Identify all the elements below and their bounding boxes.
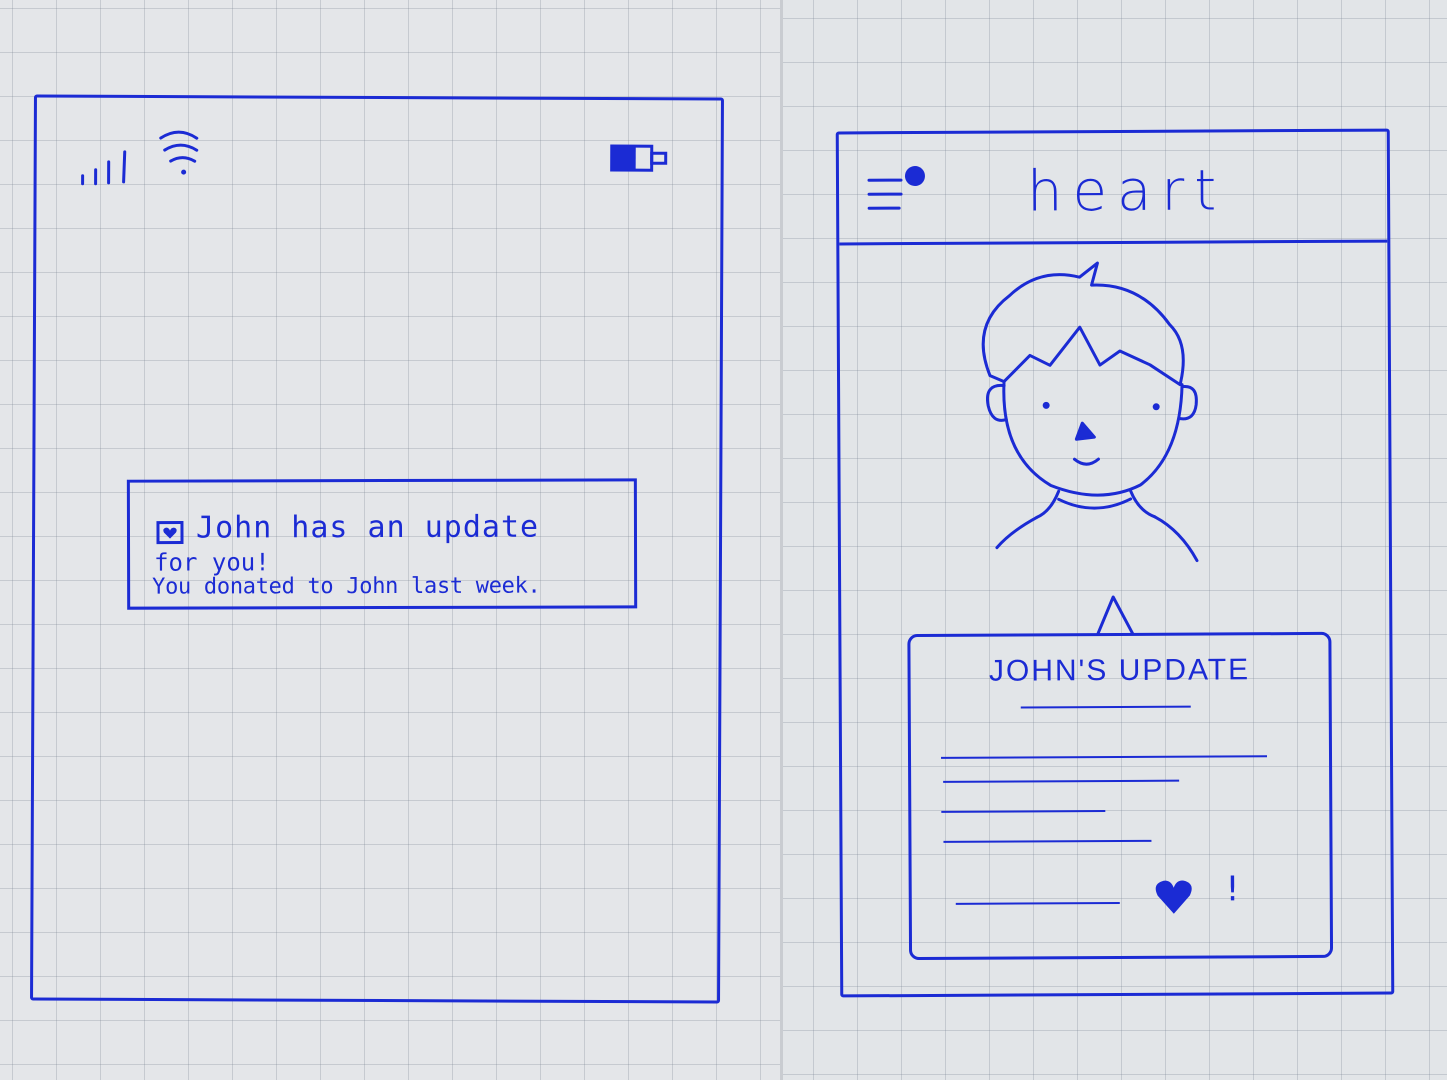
wifi-icon	[159, 130, 199, 175]
notification-title: John has an update	[195, 509, 540, 546]
notification-phone-frame: John has an update for you! You donated …	[30, 94, 724, 1004]
heart-app-icon	[156, 521, 184, 545]
text-placeholder-line	[943, 779, 1180, 783]
signal-bars-icon	[81, 150, 127, 186]
update-card[interactable]: JOHN'S UPDATE !	[907, 631, 1334, 961]
hamburger-menu-icon[interactable]	[865, 164, 931, 220]
reaction-exclamation: !	[1225, 869, 1240, 910]
text-placeholder-line	[943, 839, 1152, 843]
app-phone-frame: heart JOHN'S UPDATE !	[835, 128, 1395, 998]
app-title: heart	[1026, 158, 1227, 225]
john-avatar	[981, 261, 1199, 563]
app-header: heart	[838, 131, 1388, 246]
battery-icon	[610, 144, 668, 172]
text-placeholder-line	[955, 901, 1120, 905]
update-card-title: JOHN'S UPDATE	[988, 653, 1251, 688]
notification-body: You donated to John last week.	[152, 573, 541, 600]
text-placeholder-line	[941, 755, 1268, 759]
heart-icon[interactable]	[1154, 878, 1194, 916]
title-underline	[1020, 705, 1191, 709]
notification-title-continued: for you!	[154, 548, 270, 577]
update-notification[interactable]: John has an update for you! You donated …	[126, 478, 638, 610]
text-placeholder-line	[941, 810, 1106, 813]
card-pointer	[1095, 595, 1135, 636]
photo-divider	[780, 0, 783, 1080]
